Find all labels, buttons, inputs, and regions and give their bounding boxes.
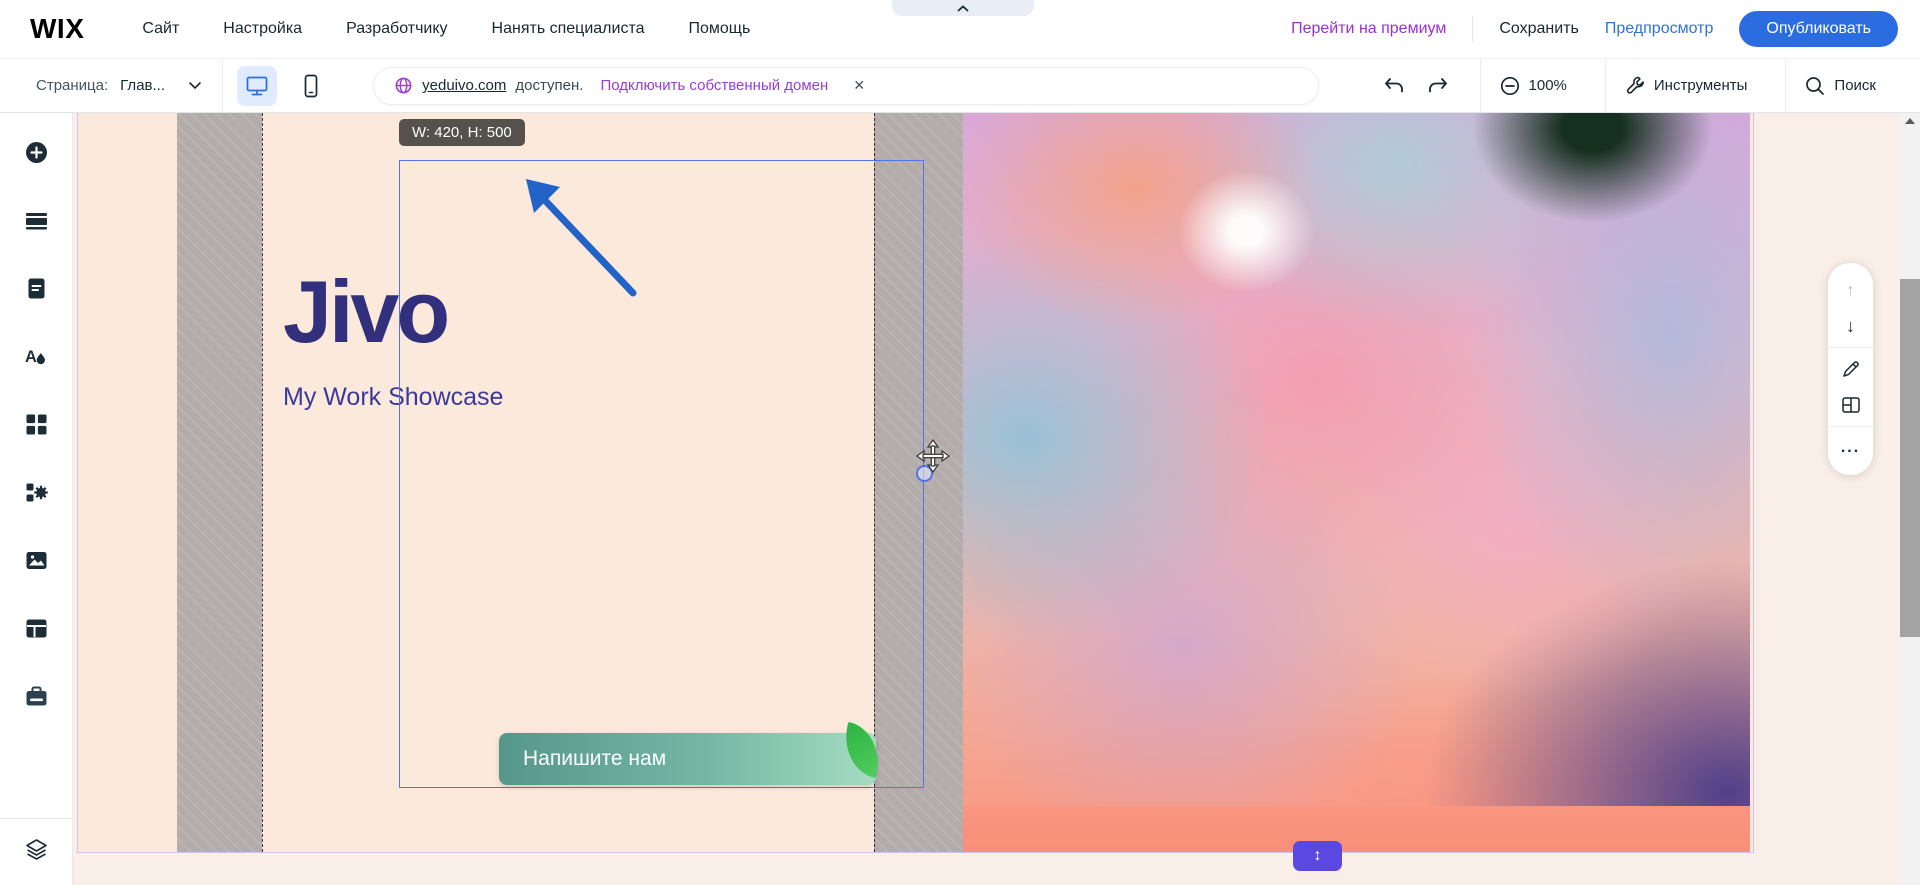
- arrow-down-icon: ↓: [1846, 316, 1855, 337]
- undo-button[interactable]: [1372, 75, 1416, 97]
- domain-status-text: доступен.: [515, 77, 583, 94]
- menu-hire-professional[interactable]: Нанять специалиста: [492, 20, 645, 38]
- undo-icon: [1382, 75, 1406, 97]
- site-url-bar[interactable]: yeduivo.com доступен. Подключить собстве…: [373, 67, 1319, 105]
- collapse-panel-tab[interactable]: [892, 0, 1034, 16]
- grid-icon: [25, 413, 48, 436]
- save-button[interactable]: Сохранить: [1499, 20, 1579, 38]
- editor-canvas: Jivo My Work Showcase W: 420, H: 500: [73, 113, 1900, 885]
- site-sections-button[interactable]: [25, 209, 48, 232]
- pencil-icon: [1841, 359, 1861, 379]
- left-sidebar: A: [0, 113, 73, 885]
- toolbar-right: 100% Инструменты Поиск: [1372, 59, 1894, 112]
- page-selector[interactable]: Страница: Глав...: [36, 77, 202, 94]
- site-design-button[interactable]: A: [25, 345, 48, 368]
- vertical-scrollbar[interactable]: [1900, 113, 1920, 885]
- search-icon: [1804, 75, 1826, 97]
- section-action-toolbar: ↑ ↓ ...: [1828, 263, 1873, 475]
- wrench-icon: [1624, 75, 1646, 97]
- move-section-down-button[interactable]: ↓: [1828, 311, 1873, 341]
- cms-button[interactable]: [25, 617, 48, 640]
- tools-label: Инструменты: [1654, 77, 1748, 94]
- site-domain-link[interactable]: yeduivo.com: [422, 77, 506, 94]
- zoom-control[interactable]: 100%: [1481, 75, 1585, 97]
- redo-icon: [1426, 75, 1450, 97]
- page-selector-value: Глав...: [120, 77, 176, 94]
- media-button[interactable]: [25, 549, 48, 572]
- chat-widget-label: Напишите нам: [499, 747, 666, 771]
- add-elements-button[interactable]: [25, 141, 48, 164]
- desktop-view-button[interactable]: [237, 66, 277, 106]
- layers-icon: [25, 838, 48, 861]
- menu-site[interactable]: Сайт: [142, 20, 179, 38]
- edit-section-button[interactable]: [1828, 354, 1873, 384]
- move-cursor-icon: [914, 437, 952, 475]
- wix-logo[interactable]: WIX: [30, 13, 84, 45]
- scrollbar-thumb[interactable]: [1900, 279, 1920, 637]
- theme-icon: A: [25, 345, 48, 368]
- margin-column-left: [177, 113, 262, 852]
- size-tooltip: W: 420, H: 500: [399, 119, 525, 146]
- site-page[interactable]: Jivo My Work Showcase W: 420, H: 500: [77, 113, 1754, 853]
- pages-button[interactable]: [25, 277, 48, 300]
- selected-element-outline[interactable]: [399, 160, 924, 788]
- wix-editor: WIX Сайт Настройка Разработчику Нанять с…: [0, 0, 1920, 885]
- page-selector-label: Страница:: [36, 77, 108, 94]
- upgrade-premium-link[interactable]: Перейти на премиум: [1291, 20, 1446, 38]
- grid-line-left: [262, 113, 263, 852]
- arrow-up-icon: ↑: [1846, 280, 1855, 301]
- add-icon: [25, 141, 48, 164]
- more-actions-button[interactable]: ...: [1828, 433, 1873, 463]
- hero-holographic-image[interactable]: [963, 113, 1750, 852]
- zoom-out-icon: [1499, 75, 1521, 97]
- zoom-level: 100%: [1529, 77, 1567, 94]
- redo-button[interactable]: [1416, 75, 1460, 97]
- page-icon: [25, 277, 48, 300]
- top-menu: Сайт Настройка Разработчику Нанять специ…: [142, 20, 750, 38]
- divider: [1828, 426, 1873, 427]
- top-bar-actions: Перейти на премиум Сохранить Предпросмот…: [1291, 11, 1898, 47]
- mobile-view-button[interactable]: [291, 66, 331, 106]
- scroll-up-icon[interactable]: [1905, 118, 1915, 124]
- menu-settings[interactable]: Настройка: [223, 20, 302, 38]
- editor-toolbar: Страница: Глав... yedui: [0, 59, 1920, 113]
- svg-text:A: A: [25, 348, 37, 366]
- table-icon: [25, 617, 48, 640]
- move-section-up-button[interactable]: ↑: [1828, 275, 1873, 305]
- divider: [1472, 16, 1473, 42]
- sidebar-divider: [0, 818, 73, 819]
- briefcase-icon: [25, 685, 48, 708]
- business-tools-button[interactable]: [25, 685, 48, 708]
- chat-widget[interactable]: Напишите нам: [499, 733, 876, 785]
- connect-domain-link[interactable]: Подключить собственный домен: [600, 77, 828, 94]
- apps-gear-icon: [25, 481, 48, 504]
- layers-button[interactable]: [25, 838, 48, 861]
- menu-help[interactable]: Помощь: [689, 20, 751, 38]
- more-icon: ...: [1841, 444, 1860, 452]
- layout-icon: [1841, 395, 1861, 415]
- divider: [1828, 347, 1873, 348]
- mobile-icon: [303, 74, 319, 98]
- publish-button[interactable]: Опубликовать: [1739, 11, 1898, 47]
- tools-button[interactable]: Инструменты: [1606, 75, 1766, 97]
- sections-icon: [25, 209, 48, 232]
- layout-button[interactable]: [1828, 390, 1873, 420]
- resize-vertical-icon: ↕: [1314, 847, 1322, 865]
- preview-button[interactable]: Предпросмотр: [1605, 20, 1714, 38]
- chevron-down-icon: [188, 81, 202, 90]
- divider: [222, 59, 223, 112]
- my-apps-button[interactable]: [25, 481, 48, 504]
- search-button[interactable]: Поиск: [1786, 75, 1894, 97]
- chevron-up-icon: [957, 5, 969, 12]
- section-stretch-button[interactable]: ↕: [1293, 841, 1342, 871]
- image-icon: [25, 549, 48, 572]
- globe-icon: [394, 76, 413, 95]
- desktop-icon: [245, 75, 269, 97]
- search-label: Поиск: [1834, 77, 1876, 94]
- hero-section-background: [963, 806, 1750, 852]
- menu-developer[interactable]: Разработчику: [346, 20, 447, 38]
- app-market-button[interactable]: [25, 413, 48, 436]
- close-icon[interactable]: ✕: [853, 77, 865, 94]
